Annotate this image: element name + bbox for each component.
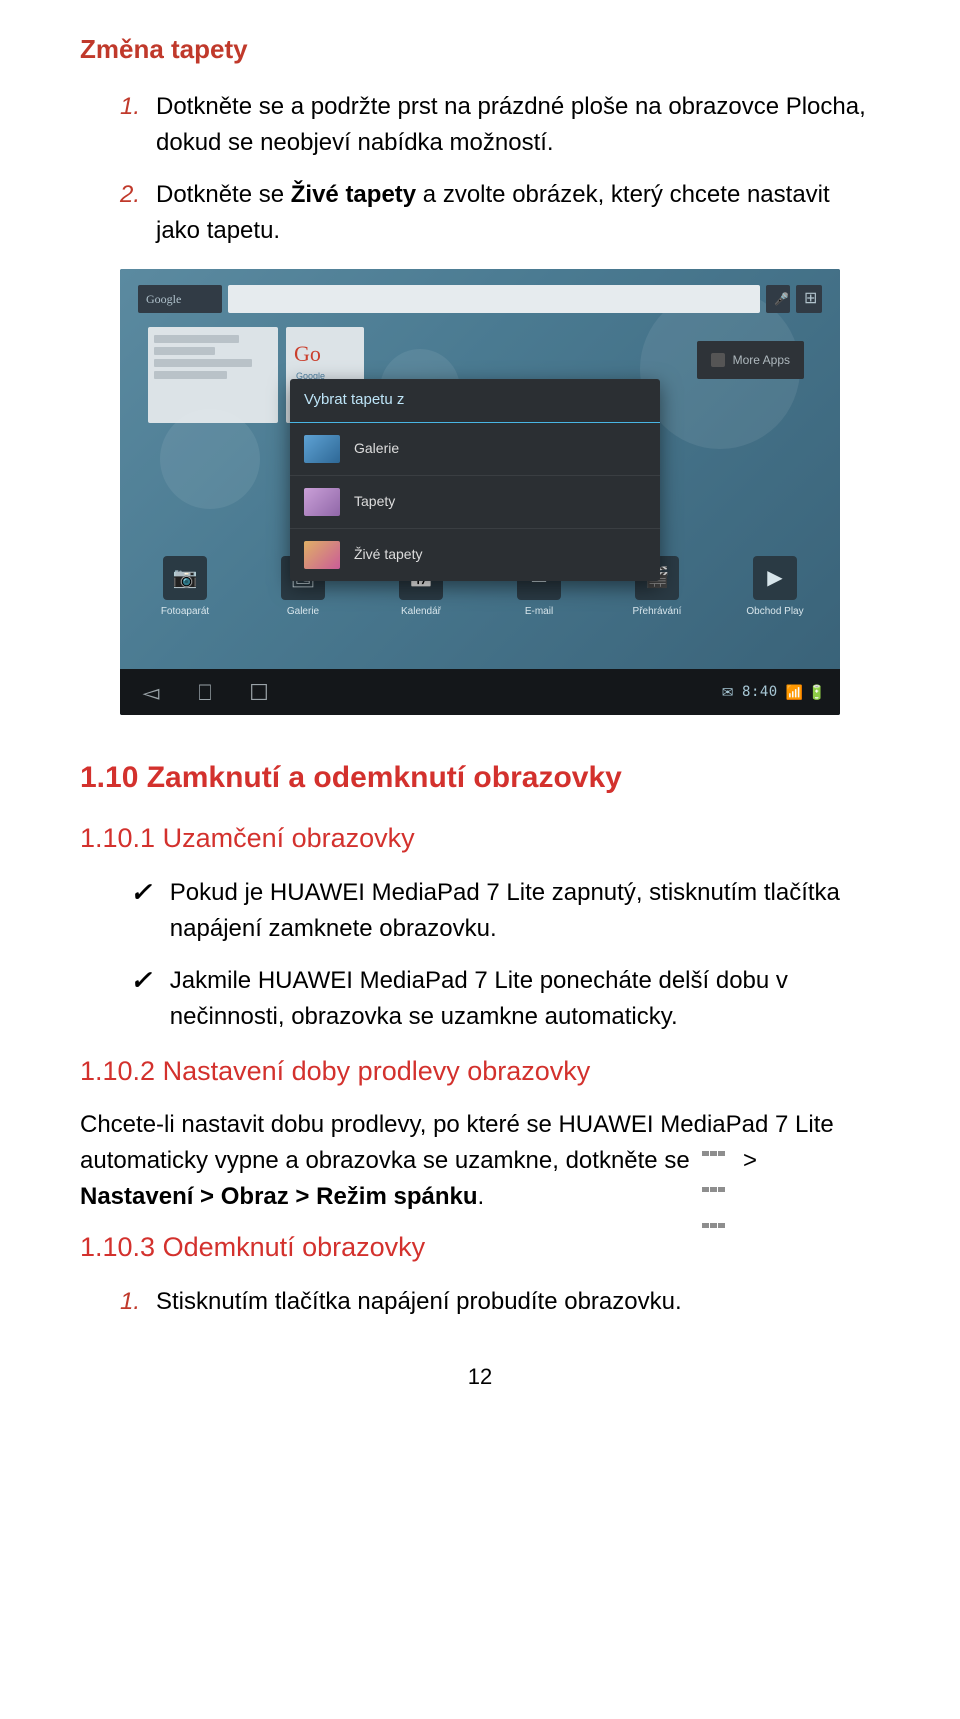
app-label: Kalendář [386, 604, 456, 619]
notification-icon: ✉ [722, 682, 734, 703]
page-number: 12 [80, 1360, 880, 1393]
wallpaper-thumb-icon [304, 488, 340, 516]
app-label: Fotoaparát [150, 604, 220, 619]
check-icon: ✓ [130, 875, 152, 947]
bullet-item: ✓ Pokud je HUAWEI MediaPad 7 Lite zapnut… [130, 875, 880, 947]
step-item: 2. Dotkněte se Živé tapety a zvolte obrá… [120, 177, 880, 249]
bullet-text: Pokud je HUAWEI MediaPad 7 Lite zapnutý,… [170, 875, 880, 947]
search-input[interactable] [228, 285, 760, 313]
app-label: Galerie [268, 604, 338, 619]
google-g-icon: Go [290, 331, 360, 370]
bullet-item: ✓ Jakmile HUAWEI MediaPad 7 Lite ponechá… [130, 963, 880, 1035]
live-wallpaper-thumb-icon [304, 541, 340, 569]
text-line: automaticky vypne a obrazovka se uzamkne… [80, 1147, 696, 1174]
app-label: Přehrávání [622, 604, 692, 619]
dock-app[interactable]: 📷 Fotoaparát [150, 556, 220, 619]
step-text: Dotkněte se Živé tapety a zvolte obrázek… [156, 177, 880, 249]
dialog-title: Vybrat tapetu z [290, 379, 660, 423]
widget-card [148, 327, 278, 423]
app-square-icon [711, 353, 725, 367]
dialog-option-label: Tapety [354, 491, 395, 512]
tablet-screenshot: Google 🎤 ⊞ Go Google More Apps Vybrat ta… [120, 269, 840, 715]
text-line: > [743, 1147, 757, 1174]
section-title: Změna tapety [80, 30, 880, 69]
step-text: Stisknutím tlačítka napájení probudíte o… [156, 1284, 880, 1320]
dialog-option[interactable]: Galerie [290, 423, 660, 476]
heading-1103: 1.10.3 Odemknutí obrazovky [80, 1227, 880, 1268]
bullet-text: Jakmile HUAWEI MediaPad 7 Lite ponecháte… [170, 963, 880, 1035]
more-apps-label: More Apps [733, 351, 790, 369]
heading-110: 1.10 Zamknutí a odemknutí obrazovky [80, 755, 880, 800]
app-icon: 📷 [163, 556, 207, 600]
clock: 8:40 [742, 682, 778, 703]
google-logo: Google [138, 285, 222, 313]
dialog-option-label: Živé tapety [354, 544, 422, 565]
heading-1101: 1.10.1 Uzamčení obrazovky [80, 818, 880, 859]
paragraph: Chcete-li nastavit dobu prodlevy, po kte… [80, 1107, 880, 1215]
step-number: 1. [120, 89, 142, 161]
check-icon: ✓ [130, 963, 152, 1035]
dialog-option-label: Galerie [354, 438, 399, 459]
heading-1102: 1.10.2 Nastavení doby prodlevy obrazovky [80, 1051, 880, 1092]
step-item: 1. Stisknutím tlačítka napájení probudít… [120, 1284, 880, 1320]
status-icons: 📶 🔋 [786, 682, 826, 703]
dialog-option[interactable]: Tapety [290, 476, 660, 529]
dialog-option[interactable]: Živé tapety [290, 529, 660, 581]
step-number: 2. [120, 177, 142, 249]
text-line: . [478, 1183, 485, 1210]
home-icon[interactable]: ⎕ [188, 676, 222, 709]
nav-bar: ◅ ⎕ ☐ ✉ 8:40 📶 🔋 [120, 669, 840, 715]
google-search-bar: Google 🎤 ⊞ [138, 285, 822, 313]
text-line: Chcete-li nastavit dobu prodlevy, po kte… [80, 1111, 834, 1138]
apps-grid-icon[interactable]: ⊞ [796, 285, 822, 313]
wallpaper-dialog: Vybrat tapetu z Galerie Tapety Živé tape… [290, 379, 660, 581]
step-text: Dotkněte se a podržte prst na prázdné pl… [156, 89, 880, 161]
gallery-thumb-icon [304, 435, 340, 463]
step-item: 1. Dotkněte se a podržte prst na prázdné… [120, 89, 880, 161]
apps-grid-icon [702, 1151, 730, 1173]
app-icon: ▶ [753, 556, 797, 600]
app-label: E-mail [504, 604, 574, 619]
breadcrumb-path: Nastavení > Obraz > Režim spánku [80, 1183, 478, 1210]
app-label: Obchod Play [740, 604, 810, 619]
dock-app[interactable]: ▶ Obchod Play [740, 556, 810, 619]
more-apps-panel: More Apps [697, 341, 804, 379]
back-icon[interactable]: ◅ [134, 676, 168, 709]
mic-icon[interactable]: 🎤 [766, 285, 790, 313]
step-number: 1. [120, 1284, 142, 1320]
recent-icon[interactable]: ☐ [242, 676, 276, 709]
